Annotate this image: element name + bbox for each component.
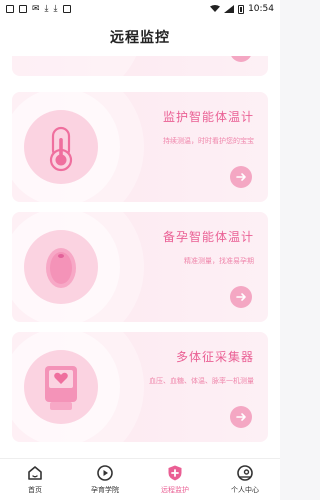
notification-chat-icon: ✉ (32, 3, 40, 14)
vital-signs-collector-card[interactable]: 多体征采集器 血压、血糖、体温、脉率一机测量 (12, 332, 268, 442)
arrow-right-icon (235, 56, 247, 57)
card-subtitle: 精准测量，找准易孕期 (184, 257, 254, 265)
shield-plus-icon (168, 465, 182, 481)
battery-icon (238, 4, 245, 14)
card-title: 监护智能体温计 (162, 110, 254, 124)
bottom-nav: 首页 孕育学院 远程监护 个人中心 (0, 458, 280, 500)
arrow-right-icon (236, 173, 246, 181)
nav-home[interactable]: 首页 (0, 464, 70, 495)
status-time: 10:54 (248, 4, 274, 14)
arrow-button[interactable] (230, 56, 252, 62)
notification-square-icon (62, 5, 71, 13)
wifi-icon (210, 5, 221, 12)
nav-label: 孕育学院 (91, 486, 119, 494)
arrow-right-icon (236, 413, 246, 421)
status-bar: ✉ ⤓ ⤓ 10:54 (0, 0, 280, 18)
notification-square-icon (6, 5, 14, 13)
partial-card[interactable] (12, 56, 268, 76)
nav-remote-care[interactable]: 远程监护 (140, 464, 210, 495)
card-title: 多体征采集器 (175, 350, 254, 364)
page-title: 远程监控 (110, 30, 170, 46)
user-icon (237, 465, 253, 481)
decor-ring (12, 56, 144, 76)
card-list[interactable]: 监护智能体温计 持续测温，时时看护您的宝宝 备孕智能体温计 精准测量，找准易孕期 (0, 56, 280, 458)
nav-label: 个人中心 (231, 486, 259, 494)
download-icon: ⤓ (53, 3, 58, 14)
home-icon (28, 466, 42, 480)
status-left: ✉ ⤓ ⤓ (6, 3, 71, 14)
title-bar: 远程监控 (0, 18, 280, 56)
egg-thermometer-icon (46, 248, 76, 288)
play-icon (97, 465, 113, 481)
monitor-thermometer-card[interactable]: 监护智能体温计 持续测温，时时看护您的宝宝 (12, 92, 268, 202)
arrow-button[interactable] (230, 406, 252, 428)
arrow-right-icon (236, 293, 246, 301)
nav-label: 首页 (28, 486, 42, 494)
nav-academy[interactable]: 孕育学院 (70, 464, 140, 495)
arrow-button[interactable] (230, 286, 252, 308)
card-subtitle: 持续测温，时时看护您的宝宝 (163, 137, 254, 145)
arrow-button[interactable] (230, 166, 252, 188)
vital-device-icon (45, 366, 77, 410)
status-right: 10:54 (210, 4, 274, 14)
nav-label: 远程监护 (161, 486, 189, 494)
download-icon: ⤓ (44, 3, 49, 14)
thermometer-icon (49, 126, 73, 172)
notification-square-icon (19, 5, 27, 13)
card-title: 备孕智能体温计 (162, 230, 254, 244)
signal-icon (224, 5, 235, 13)
fertility-thermometer-card[interactable]: 备孕智能体温计 精准测量，找准易孕期 (12, 212, 268, 322)
card-subtitle: 血压、血糖、体温、脉率一机测量 (149, 377, 254, 385)
nav-profile[interactable]: 个人中心 (210, 464, 280, 495)
